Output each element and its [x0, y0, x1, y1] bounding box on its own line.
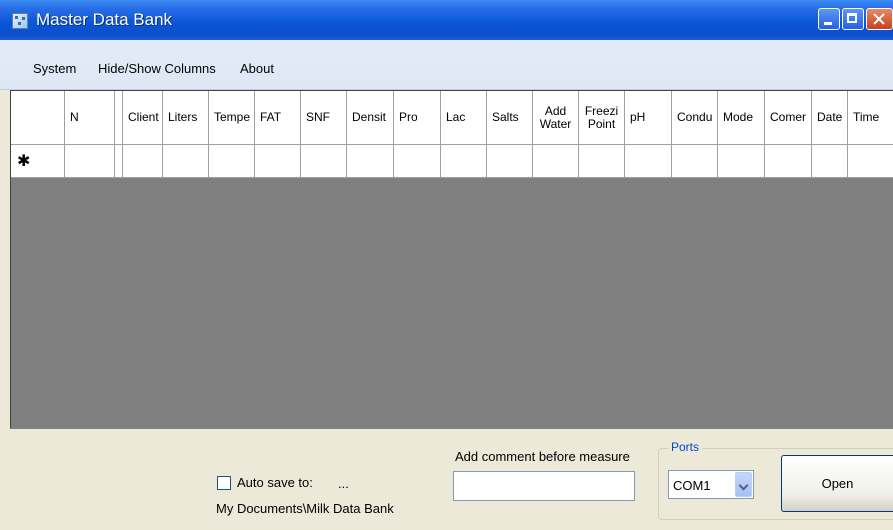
autosave-checkbox[interactable] [217, 476, 231, 490]
ports-legend: Ports [668, 440, 703, 454]
column-header-comment[interactable]: Comer [765, 91, 812, 144]
grid-header-row: N Client Liters Tempe FAT SNF Densit Pro… [11, 91, 893, 145]
comment-label: Add comment before measure [455, 449, 630, 464]
cell-freezing-point[interactable] [579, 145, 625, 177]
cell-client[interactable] [123, 145, 163, 177]
column-header-freezing-point-line1: Freezi [584, 103, 619, 118]
menu-hide-show-columns[interactable]: Hide/Show Columns [98, 61, 216, 76]
column-header-density[interactable]: Densit [347, 91, 394, 144]
chevron-down-icon[interactable] [735, 472, 752, 497]
column-header-snf[interactable]: SNF [301, 91, 347, 144]
cell-mode[interactable] [718, 145, 765, 177]
cell-blank[interactable] [115, 145, 123, 177]
autosave-label[interactable]: Auto save to: [237, 475, 313, 490]
row-header[interactable]: ✱ [11, 145, 65, 177]
column-header-protein[interactable]: Pro [394, 91, 441, 144]
cell-comment[interactable] [765, 145, 812, 177]
cell-liters[interactable] [163, 145, 209, 177]
new-row[interactable]: ✱ [11, 145, 893, 178]
column-header-fat[interactable]: FAT [255, 91, 301, 144]
menu-system[interactable]: System [33, 61, 76, 76]
column-header-ph[interactable]: pH [625, 91, 672, 144]
column-header-temperature[interactable]: Tempe [209, 91, 255, 144]
cell-add-water[interactable] [533, 145, 579, 177]
cell-density[interactable] [347, 145, 394, 177]
menu-about[interactable]: About [240, 61, 274, 76]
title-bar[interactable]: Master Data Bank [0, 0, 893, 40]
window-title: Master Data Bank [36, 10, 173, 29]
cell-snf[interactable] [301, 145, 347, 177]
app-icon[interactable] [12, 13, 28, 29]
maximize-button[interactable] [842, 8, 864, 30]
minimize-button[interactable] [818, 8, 840, 30]
cell-ph[interactable] [625, 145, 672, 177]
grid-corner-header[interactable] [11, 91, 65, 144]
cell-n[interactable] [65, 145, 115, 177]
port-select-value: COM1 [673, 478, 711, 493]
cell-conductivity[interactable] [672, 145, 718, 177]
cell-time[interactable] [848, 145, 893, 177]
column-header-liters[interactable]: Liters [163, 91, 209, 144]
main-window: Master Data Bank System Hide/Show Column… [0, 0, 893, 530]
menu-bar: System Hide/Show Columns About [0, 40, 893, 90]
data-grid[interactable]: N Client Liters Tempe FAT SNF Densit Pro… [10, 90, 893, 429]
browse-folder-button[interactable]: ... [338, 476, 349, 491]
open-port-button[interactable]: Open [781, 455, 893, 512]
cell-temperature[interactable] [209, 145, 255, 177]
cell-salts[interactable] [487, 145, 533, 177]
column-header-date[interactable]: Date [812, 91, 848, 144]
column-header-conductivity[interactable]: Condu [672, 91, 718, 144]
column-header-freezing-point[interactable]: Freezi Point [579, 91, 625, 144]
column-header-mode[interactable]: Mode [718, 91, 765, 144]
column-header-lactose[interactable]: Lac [441, 91, 487, 144]
column-header-client[interactable]: Client [123, 91, 163, 144]
comment-input[interactable] [453, 471, 635, 501]
port-select[interactable]: COM1 [668, 470, 754, 499]
column-header-blank[interactable] [115, 91, 123, 144]
cell-fat[interactable] [255, 145, 301, 177]
autosave-path: My Documents\Milk Data Bank [216, 501, 394, 516]
column-header-add-water[interactable]: Add Water [533, 91, 579, 144]
new-row-marker-icon: ✱ [17, 153, 31, 170]
cell-lactose[interactable] [441, 145, 487, 177]
column-header-freezing-point-line2: Point [587, 116, 616, 131]
column-header-add-water-line1: Add [544, 103, 567, 118]
cell-protein[interactable] [394, 145, 441, 177]
column-header-time[interactable]: Time [848, 91, 893, 144]
cell-date[interactable] [812, 145, 848, 177]
column-header-salts[interactable]: Salts [487, 91, 533, 144]
column-header-add-water-line2: Water [539, 116, 572, 131]
column-header-n[interactable]: N [65, 91, 115, 144]
close-button[interactable] [866, 8, 893, 30]
